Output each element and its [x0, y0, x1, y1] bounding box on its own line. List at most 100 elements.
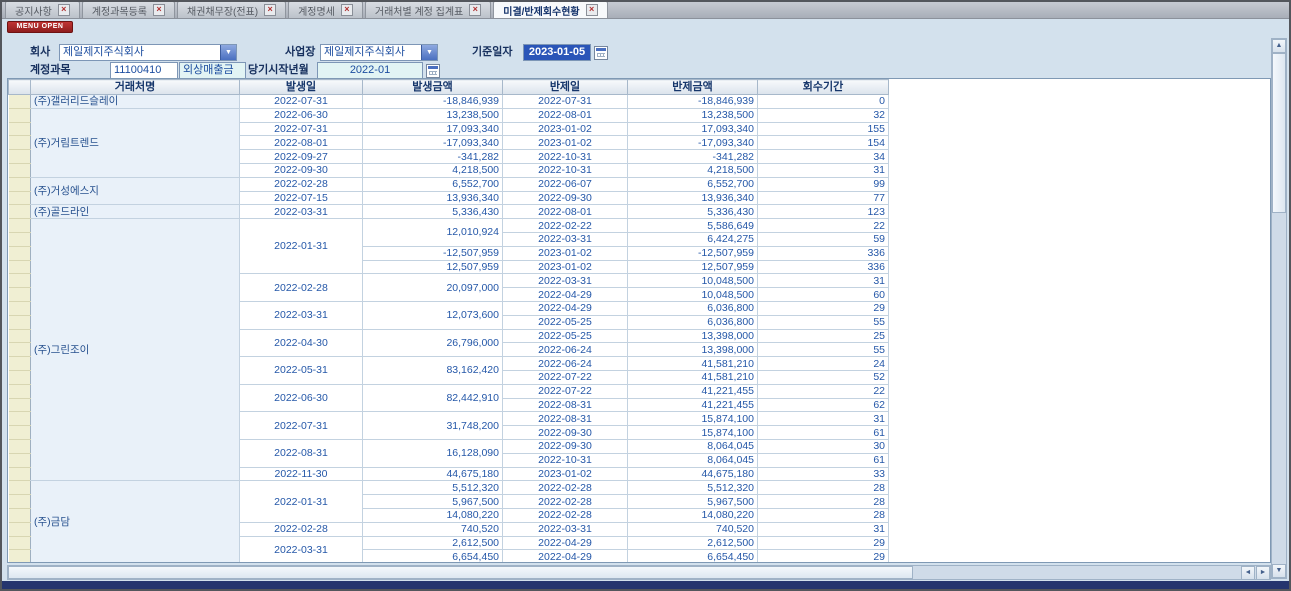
- cell-period[interactable]: 32: [758, 108, 889, 122]
- row-indicator-cell[interactable]: [9, 288, 31, 302]
- cell-odate[interactable]: 2022-02-28: [240, 522, 363, 536]
- tab-3[interactable]: 채권채무장(전표)×: [177, 1, 286, 18]
- cell-odate[interactable]: 2022-07-31: [240, 122, 363, 136]
- cell-oamt[interactable]: 5,512,320: [363, 481, 503, 495]
- tab-close-icon[interactable]: ×: [264, 4, 276, 16]
- row-indicator-cell[interactable]: [9, 246, 31, 260]
- cell-samt[interactable]: 8,064,045: [628, 439, 758, 453]
- cell-sdate[interactable]: 2022-10-31: [503, 453, 628, 467]
- cell-sdate[interactable]: 2022-09-30: [503, 439, 628, 453]
- cell-period[interactable]: 29: [758, 301, 889, 315]
- cell-sdate[interactable]: 2022-08-31: [503, 412, 628, 426]
- scroll-up-button[interactable]: ▲: [1272, 39, 1286, 53]
- cell-oamt[interactable]: 16,128,090: [363, 439, 503, 467]
- row-indicator-cell[interactable]: [9, 205, 31, 219]
- cell-period[interactable]: 29: [758, 536, 889, 550]
- cell-oamt[interactable]: 5,336,430: [363, 205, 503, 219]
- cell-period[interactable]: 24: [758, 357, 889, 371]
- cell-odate[interactable]: 2022-06-30: [240, 384, 363, 412]
- row-indicator-cell[interactable]: [9, 108, 31, 122]
- cell-oamt[interactable]: 82,442,910: [363, 384, 503, 412]
- cell-samt[interactable]: 10,048,500: [628, 288, 758, 302]
- cell-sdate[interactable]: 2022-02-28: [503, 481, 628, 495]
- cell-samt[interactable]: 12,507,959: [628, 260, 758, 274]
- cell-sdate[interactable]: 2022-08-01: [503, 108, 628, 122]
- cell-period[interactable]: 77: [758, 191, 889, 205]
- cell-odate[interactable]: 2022-03-31: [240, 205, 363, 219]
- row-indicator-cell[interactable]: [9, 260, 31, 274]
- cell-samt[interactable]: 5,512,320: [628, 481, 758, 495]
- cell-oamt[interactable]: 12,010,924: [363, 219, 503, 247]
- cell-samt[interactable]: 740,520: [628, 522, 758, 536]
- chevron-down-icon[interactable]: ▼: [220, 45, 236, 60]
- cell-period[interactable]: 22: [758, 219, 889, 233]
- row-indicator-cell[interactable]: [9, 467, 31, 481]
- tab-4[interactable]: 계정명세×: [288, 1, 363, 18]
- cell-period[interactable]: 25: [758, 329, 889, 343]
- cell-sdate[interactable]: 2022-04-29: [503, 550, 628, 563]
- cell-period[interactable]: 28: [758, 495, 889, 509]
- cell-odate[interactable]: 2022-04-30: [240, 329, 363, 357]
- cell-odate[interactable]: 2022-06-30: [240, 108, 363, 122]
- cell-name[interactable]: (주)골드라인: [31, 205, 240, 219]
- cell-oamt[interactable]: 13,238,500: [363, 108, 503, 122]
- account-code-input[interactable]: 11100410: [110, 62, 178, 79]
- cell-sdate[interactable]: 2022-05-25: [503, 315, 628, 329]
- cell-period[interactable]: 61: [758, 426, 889, 440]
- cell-name[interactable]: (주)거성에스지: [31, 177, 240, 205]
- menu-open-button[interactable]: MENU OPEN: [7, 21, 73, 33]
- cell-samt[interactable]: 41,581,210: [628, 357, 758, 371]
- cell-period[interactable]: 154: [758, 136, 889, 150]
- cell-sdate[interactable]: 2022-09-30: [503, 426, 628, 440]
- cell-oamt[interactable]: 5,967,500: [363, 495, 503, 509]
- cell-samt[interactable]: 5,336,430: [628, 205, 758, 219]
- cell-period[interactable]: 0: [758, 95, 889, 109]
- cell-odate[interactable]: 2022-09-30: [240, 163, 363, 177]
- row-indicator-cell[interactable]: [9, 522, 31, 536]
- cell-period[interactable]: 29: [758, 550, 889, 563]
- row-indicator-cell[interactable]: [9, 343, 31, 357]
- row-indicator-cell[interactable]: [9, 412, 31, 426]
- scroll-right-button[interactable]: ►: [1256, 566, 1270, 580]
- calendar-icon[interactable]: [426, 64, 440, 78]
- cell-samt[interactable]: 14,080,220: [628, 508, 758, 522]
- cell-odate[interactable]: 2022-01-31: [240, 481, 363, 522]
- cell-oamt[interactable]: -12,507,959: [363, 246, 503, 260]
- cell-samt[interactable]: 41,581,210: [628, 370, 758, 384]
- scroll-down-button[interactable]: ▼: [1272, 564, 1286, 578]
- row-indicator-cell[interactable]: [9, 550, 31, 563]
- cell-sdate[interactable]: 2022-06-24: [503, 357, 628, 371]
- cell-period[interactable]: 28: [758, 481, 889, 495]
- tab-5[interactable]: 거래처별 계정 집계표×: [365, 1, 491, 18]
- cell-oamt[interactable]: 83,162,420: [363, 357, 503, 385]
- row-indicator-cell[interactable]: [9, 398, 31, 412]
- cell-samt[interactable]: 6,036,800: [628, 315, 758, 329]
- column-header[interactable]: 거래처명: [31, 80, 240, 95]
- row-indicator-cell[interactable]: [9, 122, 31, 136]
- cell-samt[interactable]: 41,221,455: [628, 384, 758, 398]
- tab-2[interactable]: 계정과목등록×: [82, 1, 175, 18]
- row-indicator-cell[interactable]: [9, 357, 31, 371]
- cell-period[interactable]: 55: [758, 343, 889, 357]
- cell-name[interactable]: (주)갤러리드슬레이: [31, 95, 240, 109]
- cell-sdate[interactable]: 2022-04-29: [503, 301, 628, 315]
- tab-close-icon[interactable]: ×: [469, 4, 481, 16]
- cell-sdate[interactable]: 2023-01-02: [503, 260, 628, 274]
- cell-samt[interactable]: 6,552,700: [628, 177, 758, 191]
- cell-oamt[interactable]: 14,080,220: [363, 508, 503, 522]
- vertical-scrollbar[interactable]: ▲ ▼: [1271, 38, 1287, 579]
- cell-period[interactable]: 336: [758, 246, 889, 260]
- calendar-icon[interactable]: [594, 46, 608, 60]
- row-indicator-cell[interactable]: [9, 219, 31, 233]
- row-indicator-cell[interactable]: [9, 274, 31, 288]
- chevron-down-icon[interactable]: ▼: [421, 45, 437, 60]
- cell-oamt[interactable]: -17,093,340: [363, 136, 503, 150]
- cell-odate[interactable]: 2022-07-31: [240, 95, 363, 109]
- column-header[interactable]: 발생금액: [363, 80, 503, 95]
- cell-oamt[interactable]: 6,552,700: [363, 177, 503, 191]
- cell-sdate[interactable]: 2022-08-01: [503, 205, 628, 219]
- tab-close-icon[interactable]: ×: [58, 4, 70, 16]
- cell-oamt[interactable]: 17,093,340: [363, 122, 503, 136]
- cell-samt[interactable]: 5,967,500: [628, 495, 758, 509]
- cell-period[interactable]: 34: [758, 150, 889, 164]
